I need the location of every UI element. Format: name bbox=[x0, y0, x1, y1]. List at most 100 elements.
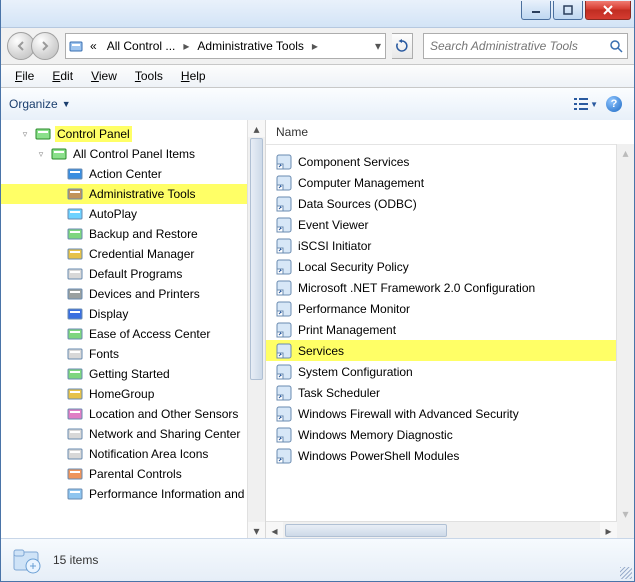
list-item-microsoft-net-framework-2-0-configuration[interactable]: Microsoft .NET Framework 2.0 Configurati… bbox=[266, 277, 634, 298]
breadcrumb-root[interactable]: « bbox=[86, 39, 101, 53]
tree-label: Fonts bbox=[87, 346, 121, 362]
tree-item-performance-information-and-t[interactable]: Performance Information and T bbox=[1, 484, 265, 504]
tree-item-display[interactable]: Display bbox=[1, 304, 265, 324]
tree-item-default-programs[interactable]: Default Programs bbox=[1, 264, 265, 284]
scroll-right-button[interactable]: ▸ bbox=[600, 522, 617, 539]
list-item-windows-powershell-modules[interactable]: Windows PowerShell Modules bbox=[266, 445, 634, 466]
tree-icon bbox=[67, 226, 83, 242]
view-list-icon bbox=[574, 97, 588, 111]
tree-item-administrative-tools[interactable]: Administrative Tools bbox=[1, 184, 265, 204]
tree-item-autoplay[interactable]: AutoPlay bbox=[1, 204, 265, 224]
tree-icon bbox=[35, 126, 51, 142]
maximize-button[interactable] bbox=[553, 1, 583, 20]
control-panel-icon bbox=[68, 38, 84, 54]
tree-label: Default Programs bbox=[87, 266, 184, 282]
breadcrumb-item[interactable]: All Control ... bbox=[103, 39, 180, 53]
menu-help[interactable]: Help bbox=[173, 67, 214, 85]
tree-icon bbox=[67, 486, 83, 502]
minimize-button[interactable] bbox=[521, 1, 551, 20]
expand-toggle[interactable]: ▿ bbox=[19, 129, 31, 140]
list-item-system-configuration[interactable]: System Configuration bbox=[266, 361, 634, 382]
scroll-left-button[interactable]: ◂ bbox=[266, 522, 283, 539]
list-item-event-viewer[interactable]: Event Viewer bbox=[266, 214, 634, 235]
list-item-computer-management[interactable]: Computer Management bbox=[266, 172, 634, 193]
menu-view[interactable]: View bbox=[83, 67, 125, 85]
chevron-right-icon[interactable]: ▸ bbox=[181, 39, 191, 53]
organize-label: Organize bbox=[9, 97, 58, 111]
scroll-up-button[interactable]: ▴ bbox=[248, 120, 265, 137]
list-item-local-security-policy[interactable]: Local Security Policy bbox=[266, 256, 634, 277]
list-item-performance-monitor[interactable]: Performance Monitor bbox=[266, 298, 634, 319]
chevron-down-icon: ▼ bbox=[590, 100, 598, 109]
expand-toggle[interactable]: ▿ bbox=[35, 149, 47, 160]
menu-tools[interactable]: Tools bbox=[127, 67, 171, 85]
tree-item-homegroup[interactable]: HomeGroup bbox=[1, 384, 265, 404]
arrow-left-icon bbox=[15, 40, 27, 52]
shortcut-icon bbox=[276, 427, 292, 443]
address-bar[interactable]: « All Control ... ▸ Administrative Tools… bbox=[65, 33, 386, 59]
breadcrumb-item[interactable]: Administrative Tools bbox=[193, 39, 308, 53]
arrow-right-icon bbox=[39, 40, 51, 52]
menu-file[interactable]: File bbox=[7, 67, 42, 85]
view-mode-button[interactable]: ▼ bbox=[574, 92, 598, 116]
tree-item-all-control-panel-items[interactable]: ▿All Control Panel Items bbox=[1, 144, 265, 164]
scroll-thumb[interactable] bbox=[250, 138, 263, 380]
column-header-name[interactable]: Name bbox=[266, 120, 634, 145]
shortcut-icon bbox=[276, 196, 292, 212]
tree-label: Ease of Access Center bbox=[87, 326, 212, 342]
tree-item-action-center[interactable]: Action Center bbox=[1, 164, 265, 184]
close-button[interactable] bbox=[585, 1, 631, 20]
list-item-windows-firewall-with-advanced-security[interactable]: Windows Firewall with Advanced Security bbox=[266, 403, 634, 424]
search-input[interactable] bbox=[428, 38, 609, 54]
tree-item-credential-manager[interactable]: Credential Manager bbox=[1, 244, 265, 264]
tree-item-control-panel[interactable]: ▿Control Panel bbox=[1, 124, 265, 144]
shortcut-icon bbox=[276, 259, 292, 275]
tree-icon bbox=[67, 346, 83, 362]
menu-edit[interactable]: Edit bbox=[44, 67, 81, 85]
search-box[interactable] bbox=[423, 33, 628, 59]
tree-item-ease-of-access-center[interactable]: Ease of Access Center bbox=[1, 324, 265, 344]
tree-icon bbox=[67, 386, 83, 402]
sidebar-scrollbar[interactable]: ▴ ▾ bbox=[247, 120, 265, 539]
shortcut-icon bbox=[276, 343, 292, 359]
tree-item-location-and-other-sensors[interactable]: Location and Other Sensors bbox=[1, 404, 265, 424]
list-item-data-sources-odbc-[interactable]: Data Sources (ODBC) bbox=[266, 193, 634, 214]
content-vscrollbar[interactable]: ▴ ▾ bbox=[616, 144, 634, 522]
tree-icon bbox=[67, 286, 83, 302]
resize-grip[interactable] bbox=[620, 567, 632, 579]
tree-icon bbox=[67, 446, 83, 462]
minimize-icon bbox=[531, 5, 541, 15]
list-item-iscsi-initiator[interactable]: iSCSI Initiator bbox=[266, 235, 634, 256]
tree-item-fonts[interactable]: Fonts bbox=[1, 344, 265, 364]
forward-button[interactable] bbox=[31, 32, 59, 60]
list-label: Data Sources (ODBC) bbox=[298, 197, 417, 211]
tree-label: Action Center bbox=[87, 166, 164, 182]
tree-icon bbox=[67, 466, 83, 482]
list-label: System Configuration bbox=[298, 365, 413, 379]
scroll-down-button[interactable]: ▾ bbox=[617, 505, 634, 522]
scroll-down-button[interactable]: ▾ bbox=[248, 522, 265, 539]
tree-item-network-and-sharing-center[interactable]: Network and Sharing Center bbox=[1, 424, 265, 444]
tree-item-getting-started[interactable]: Getting Started bbox=[1, 364, 265, 384]
tree-icon bbox=[67, 306, 83, 322]
list-item-task-scheduler[interactable]: Task Scheduler bbox=[266, 382, 634, 403]
body: ▿Control Panel▿All Control Panel Items Ac… bbox=[1, 120, 634, 539]
tree-item-notification-area-icons[interactable]: Notification Area Icons bbox=[1, 444, 265, 464]
organize-button[interactable]: Organize ▼ bbox=[9, 97, 71, 111]
list-item-windows-memory-diagnostic[interactable]: Windows Memory Diagnostic bbox=[266, 424, 634, 445]
list-item-services[interactable]: Services bbox=[266, 340, 634, 361]
tree-item-devices-and-printers[interactable]: Devices and Printers bbox=[1, 284, 265, 304]
content-hscrollbar[interactable]: ◂ ▸ bbox=[266, 521, 617, 539]
scroll-up-button[interactable]: ▴ bbox=[617, 144, 634, 161]
tree-item-parental-controls[interactable]: Parental Controls bbox=[1, 464, 265, 484]
list-item-component-services[interactable]: Component Services bbox=[266, 151, 634, 172]
scroll-thumb[interactable] bbox=[285, 524, 447, 537]
navigation-pane: ▿Control Panel▿All Control Panel Items Ac… bbox=[1, 120, 266, 539]
refresh-button[interactable] bbox=[392, 33, 413, 59]
search-icon bbox=[609, 39, 623, 53]
chevron-right-icon[interactable]: ▸ bbox=[310, 39, 320, 53]
help-button[interactable]: ? bbox=[602, 92, 626, 116]
tree-item-backup-and-restore[interactable]: Backup and Restore bbox=[1, 224, 265, 244]
chevron-down-icon[interactable]: ▾ bbox=[373, 39, 383, 53]
list-item-print-management[interactable]: Print Management bbox=[266, 319, 634, 340]
